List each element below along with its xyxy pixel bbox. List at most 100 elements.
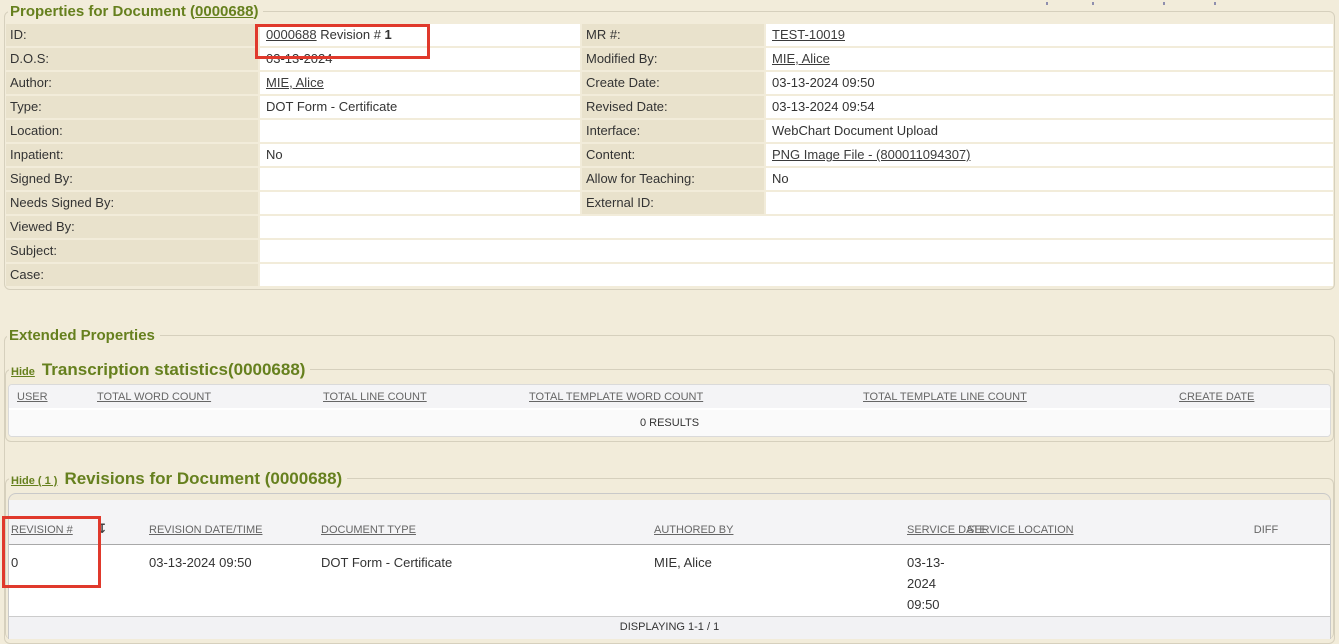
property-value: No (260, 144, 580, 166)
revisions-paging-status: DISPLAYING 1-1 / 1 (9, 616, 1330, 639)
sort-descending-icon: ↧ (97, 522, 108, 535)
revisions-column-header: SERVICE DATE (899, 524, 959, 544)
revision-cell: MIE, Alice (646, 545, 899, 616)
property-value: PNG Image File - (800011094307) (766, 144, 1333, 166)
property-label: Signed By: (6, 168, 258, 190)
property-label: Case: (6, 264, 258, 286)
transcription-sort-link[interactable]: TOTAL TEMPLATE WORD COUNT (529, 391, 703, 403)
properties-section-legend: Properties for Document (0000688) (8, 2, 263, 21)
property-value (260, 216, 1333, 238)
property-value (766, 192, 1333, 214)
revisions-table: REVISION # ↧ REVISION DATE/TIME DOCUMENT TY… (8, 493, 1331, 639)
revision-cell: 0 (9, 545, 141, 616)
property-value-link[interactable]: MIE, Alice (772, 51, 830, 66)
property-value: 03-13-2024 09:54 (766, 96, 1333, 118)
revision-table-row: 003-13-2024 09:50DOT Form - CertificateM… (9, 545, 1330, 616)
property-label: Modified By: (582, 48, 764, 70)
revisions-column-header: SERVICE LOCATION (959, 524, 1154, 544)
transcription-sort-link[interactable]: TOTAL LINE COUNT (323, 391, 427, 403)
revision-cell (1154, 545, 1330, 616)
transcription-results-count: 0 RESULTS (9, 410, 1330, 436)
property-label: Type: (6, 96, 258, 118)
revision-cell: 03-13-2024 09:50 (141, 545, 313, 616)
transcription-column-header: TOTAL TEMPLATE LINE COUNT (855, 391, 1171, 403)
revisions-section: Hide ( 1 )Revisions for Document (000068… (5, 468, 1334, 639)
clipped-top-content-fragment (1163, 2, 1165, 5)
transcription-column-header: USER (9, 391, 89, 403)
revisions-table-body: 003-13-2024 09:50DOT Form - CertificateM… (9, 545, 1330, 616)
revision-cell: DOT Form - Certificate (313, 545, 646, 616)
extended-properties-title: Extended Properties (9, 327, 155, 344)
property-value: MIE, Alice (260, 72, 580, 94)
property-label: MR #: (582, 24, 764, 46)
property-value-link[interactable]: TEST-10019 (772, 27, 845, 42)
transcription-statistics-title: Transcription statistics(0000688) (42, 360, 306, 379)
property-value: MIE, Alice (766, 48, 1333, 70)
properties-title-text: Properties for Document ( (10, 3, 195, 20)
revisions-hide-link[interactable]: Hide ( 1 ) (11, 475, 57, 487)
revisions-column-header: DIFF (1154, 524, 1330, 544)
transcription-statistics-legend: Hide Transcription statistics(0000688) (9, 359, 310, 380)
clipped-top-content-fragment (1046, 2, 1048, 5)
revisions-column-header: DOCUMENT TYPE (313, 524, 646, 544)
property-value (260, 240, 1333, 262)
revision-number-emphasis: 1 (385, 27, 392, 42)
property-value: DOT Form - Certificate (260, 96, 580, 118)
transcription-sort-link[interactable]: CREATE DATE (1179, 391, 1254, 403)
property-label: Subject: (6, 240, 258, 262)
transcription-sort-link[interactable]: TOTAL TEMPLATE LINE COUNT (863, 391, 1027, 403)
revisions-sort-link[interactable]: DOCUMENT TYPE (321, 524, 416, 536)
clipped-top-content-fragment (1092, 2, 1094, 5)
revision-cell (959, 545, 1154, 616)
property-label: Create Date: (582, 72, 764, 94)
property-value: 03-13-2024 09:50 (766, 72, 1333, 94)
revisions-column-header: REVISION # ↧ (9, 522, 141, 544)
transcription-sort-link[interactable]: TOTAL WORD COUNT (97, 391, 211, 403)
property-value (260, 168, 580, 190)
extended-properties-section: Extended Properties Hide Transcription st… (4, 326, 1335, 644)
property-value: No (766, 168, 1333, 190)
property-label: External ID: (582, 192, 764, 214)
revisions-sort-link[interactable]: AUTHORED BY (654, 524, 733, 536)
transcription-statistics-table: USER TOTAL WORD COUNT TOTAL LINE COUNT TOTA… (8, 384, 1331, 437)
revisions-column-header: REVISION DATE/TIME (141, 524, 313, 544)
property-value: WebChart Document Upload (766, 120, 1333, 142)
document-id-link[interactable]: 0000688 (195, 3, 253, 20)
revisions-table-header-row: REVISION # ↧ REVISION DATE/TIME DOCUMENT TY… (9, 500, 1330, 545)
revisions-sort-link[interactable]: REVISION DATE/TIME (149, 524, 262, 536)
transcription-column-header: TOTAL TEMPLATE WORD COUNT (521, 391, 855, 403)
revisions-column-label: DIFF (1254, 524, 1278, 536)
property-value (260, 264, 1333, 286)
transcription-sort-link[interactable]: USER (17, 391, 48, 403)
revisions-column-header: AUTHORED BY (646, 524, 899, 544)
property-label: Location: (6, 120, 258, 142)
property-value (260, 192, 580, 214)
property-label: Viewed By: (6, 216, 258, 238)
property-value: 03-13-2024 (260, 48, 580, 70)
transcription-hide-link[interactable]: Hide (11, 366, 35, 378)
property-label: D.O.S: (6, 48, 258, 70)
transcription-column-header: TOTAL LINE COUNT (315, 391, 521, 403)
transcription-column-header: TOTAL WORD COUNT (89, 391, 315, 403)
clipped-top-content-fragment (1214, 2, 1216, 5)
property-label: Interface: (582, 120, 764, 142)
property-label: Content: (582, 144, 764, 166)
property-value: TEST-10019 (766, 24, 1333, 46)
property-label: ID: (6, 24, 258, 46)
properties-title-text: ) (253, 3, 258, 20)
transcription-table-header-row: USER TOTAL WORD COUNT TOTAL LINE COUNT TOTA… (9, 385, 1330, 410)
transcription-statistics-section: Hide Transcription statistics(0000688) US… (5, 359, 1334, 442)
property-label: Author: (6, 72, 258, 94)
properties-grid: ID:0000688 Revision # 1MR #:TEST-10019D.… (6, 24, 1333, 286)
transcription-column-header: CREATE DATE (1171, 391, 1330, 403)
property-value (260, 120, 580, 142)
property-value-link[interactable]: PNG Image File - (800011094307) (772, 147, 970, 162)
revisions-sort-link[interactable]: REVISION # (11, 524, 73, 536)
property-label: Needs Signed By: (6, 192, 258, 214)
revisions-legend: Hide ( 1 )Revisions for Document (000068… (9, 468, 347, 489)
revision-cell: 03-13-2024 09:50 (899, 545, 959, 616)
property-value-link[interactable]: MIE, Alice (266, 75, 324, 90)
document-properties-page: { "colors":{ "green":"#66801e", "red":"#… (0, 2, 1339, 639)
document-id-revision-link[interactable]: 0000688 (266, 27, 317, 42)
revisions-sort-link[interactable]: SERVICE LOCATION (967, 524, 1074, 536)
